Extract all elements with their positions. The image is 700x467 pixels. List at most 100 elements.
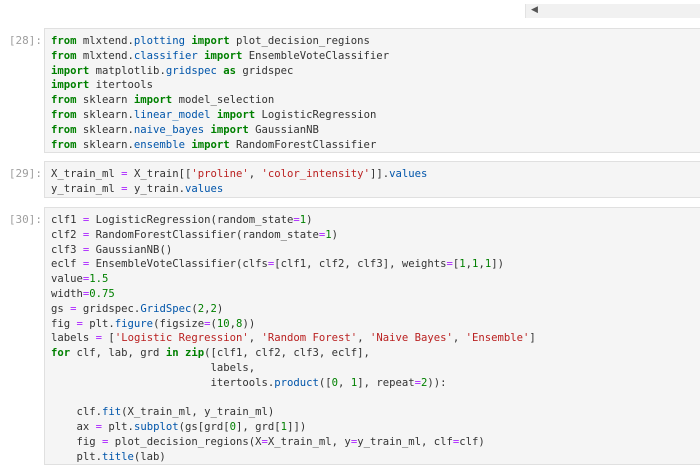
code-token: figure: [114, 317, 154, 330]
code-line: from sklearn.naive_bayes import Gaussian…: [51, 123, 700, 138]
code-line: for clf, lab, grd in zip([clf1, clf2, cl…: [51, 346, 700, 361]
code-token: plt.: [51, 450, 103, 463]
code-editor[interactable]: clf1 = LogisticRegression(random_state=1…: [45, 208, 700, 465]
code-line: y_train_ml = y_train.values: [51, 182, 700, 197]
code-token: ]]): [287, 421, 307, 434]
code-token: GaussianNB(): [89, 243, 173, 256]
code-token: LogisticRegression: [255, 108, 377, 121]
code-token: sklearn.: [76, 108, 134, 121]
code-line: clf3 = GaussianNB(): [51, 243, 700, 258]
scroll-left-arrow-icon[interactable]: ◀: [531, 5, 538, 15]
code-token: 'Logistic Regression': [114, 332, 249, 345]
code-input-area[interactable]: clf1 = LogisticRegression(random_state=1…: [44, 207, 700, 465]
code-token: fit: [102, 406, 122, 419]
code-input-area[interactable]: X_train_ml = X_train[['proline', 'color_…: [44, 161, 700, 198]
code-token: mlxtend.: [76, 49, 134, 62]
code-token: clf2: [51, 228, 83, 241]
code-line: fig = plt.figure(figsize=(10,8)): [51, 317, 700, 332]
code-token: X_train_ml, y: [267, 435, 351, 448]
code-line: itertools.product([0, 1], repeat=2)):: [51, 376, 700, 391]
code-token: plt.: [102, 421, 134, 434]
code-token: from: [51, 49, 77, 62]
code-token: (gs[grd[: [178, 421, 230, 434]
code-line: import itertools: [51, 78, 700, 93]
cell-prompt: [30]:: [8, 213, 42, 226]
code-token: clf3: [51, 243, 83, 256]
code-editor[interactable]: X_train_ml = X_train[['proline', 'color_…: [45, 162, 700, 197]
code-line: labels,: [51, 361, 700, 376]
code-token: values: [389, 168, 428, 180]
code-token: import: [133, 94, 173, 107]
code-token: 'color_intensity': [261, 168, 370, 180]
code-line: ax = plt.subplot(gs[grd[0], grd[1]]): [51, 420, 700, 435]
code-token: itertools: [89, 79, 154, 92]
code-token: import: [191, 138, 230, 151]
code-token: as: [223, 64, 237, 77]
code-token: import: [204, 49, 243, 62]
code-token: labels,: [51, 361, 256, 374]
code-token: ): [331, 228, 339, 241]
code-token: )):: [427, 376, 447, 389]
code-token: gs: [51, 302, 71, 315]
code-line: value=1.5: [51, 272, 700, 287]
code-token: clf1: [51, 214, 83, 226]
code-token: y_train.: [127, 182, 185, 195]
code-token: ,: [338, 376, 351, 389]
code-token: from: [51, 123, 77, 136]
code-token: X_train_ml: [51, 168, 122, 180]
code-token: [clf1, clf2, clf3], weights: [274, 258, 447, 271]
code-token: ): [306, 214, 313, 226]
code-token: clf.: [51, 406, 103, 419]
code-token: naive_bayes: [133, 123, 205, 136]
code-token: sklearn: [76, 94, 134, 107]
code-line: gs = gridspec.GridSpec(2,2): [51, 302, 700, 317]
code-token: labels: [51, 332, 96, 345]
code-token: fig: [51, 317, 77, 330]
code-line: clf1 = LogisticRegression(random_state=1…: [51, 213, 700, 228]
code-token: gridspec: [236, 64, 294, 77]
code-token: zip: [184, 347, 205, 360]
horizontal-scrollbar[interactable]: ◀: [525, 4, 700, 18]
code-token: value: [51, 273, 83, 286]
code-token: ax: [51, 421, 96, 434]
code-token: plot_decision_regions(X: [108, 435, 262, 448]
code-token: sklearn.: [76, 123, 134, 136]
code-token: RandomForestClassifier(random_state: [89, 228, 319, 241]
code-token: 'Ensemble': [465, 332, 530, 345]
code-token: 'Random Forest': [261, 332, 358, 345]
code-token: matplotlib.: [89, 64, 166, 77]
code-token: ], repeat: [357, 376, 415, 389]
code-token: classifier: [133, 49, 198, 62]
code-token: gridspec.: [76, 302, 141, 315]
code-token: clf): [459, 435, 485, 448]
code-input-area[interactable]: from mlxtend.plotting import plot_decisi…: [44, 28, 700, 153]
code-line: plt.title(lab): [51, 450, 700, 465]
code-token: import: [51, 79, 90, 92]
code-line: from mlxtend.classifier import EnsembleV…: [51, 49, 700, 64]
code-token: ): [216, 302, 224, 315]
code-token: ([clf1, clf2, clf3, eclf],: [204, 347, 370, 360]
code-token: eclf: [51, 258, 83, 271]
code-token: plt.: [82, 317, 115, 330]
code-token: ], grd[: [236, 421, 281, 434]
code-line: X_train_ml = X_train[['proline', 'color_…: [51, 167, 700, 182]
code-token: 10: [216, 317, 230, 330]
code-line: eclf = EnsembleVoteClassifier(clfs=[clf1…: [51, 257, 700, 272]
code-token: from: [51, 138, 77, 151]
code-token: (X_train_ml, y_train_ml): [121, 406, 275, 419]
code-token: linear_model: [133, 108, 211, 121]
code-token: sklearn.: [76, 138, 134, 151]
code-line: fig = plot_decision_regions(X=X_train_ml…: [51, 435, 700, 450]
cell-prompt: [29]:: [8, 167, 42, 180]
code-token: fig: [51, 435, 103, 448]
code-token: )): [242, 317, 256, 330]
code-token: GridSpec: [140, 302, 192, 315]
code-editor[interactable]: from mlxtend.plotting import plot_decisi…: [45, 29, 700, 152]
code-token: LogisticRegression(random_state: [89, 214, 294, 226]
code-line: from mlxtend.plotting import plot_decisi…: [51, 34, 700, 49]
code-token: import: [191, 35, 230, 47]
code-token: width: [51, 287, 83, 300]
code-token: 0.75: [89, 287, 115, 300]
code-token: from: [51, 35, 77, 47]
